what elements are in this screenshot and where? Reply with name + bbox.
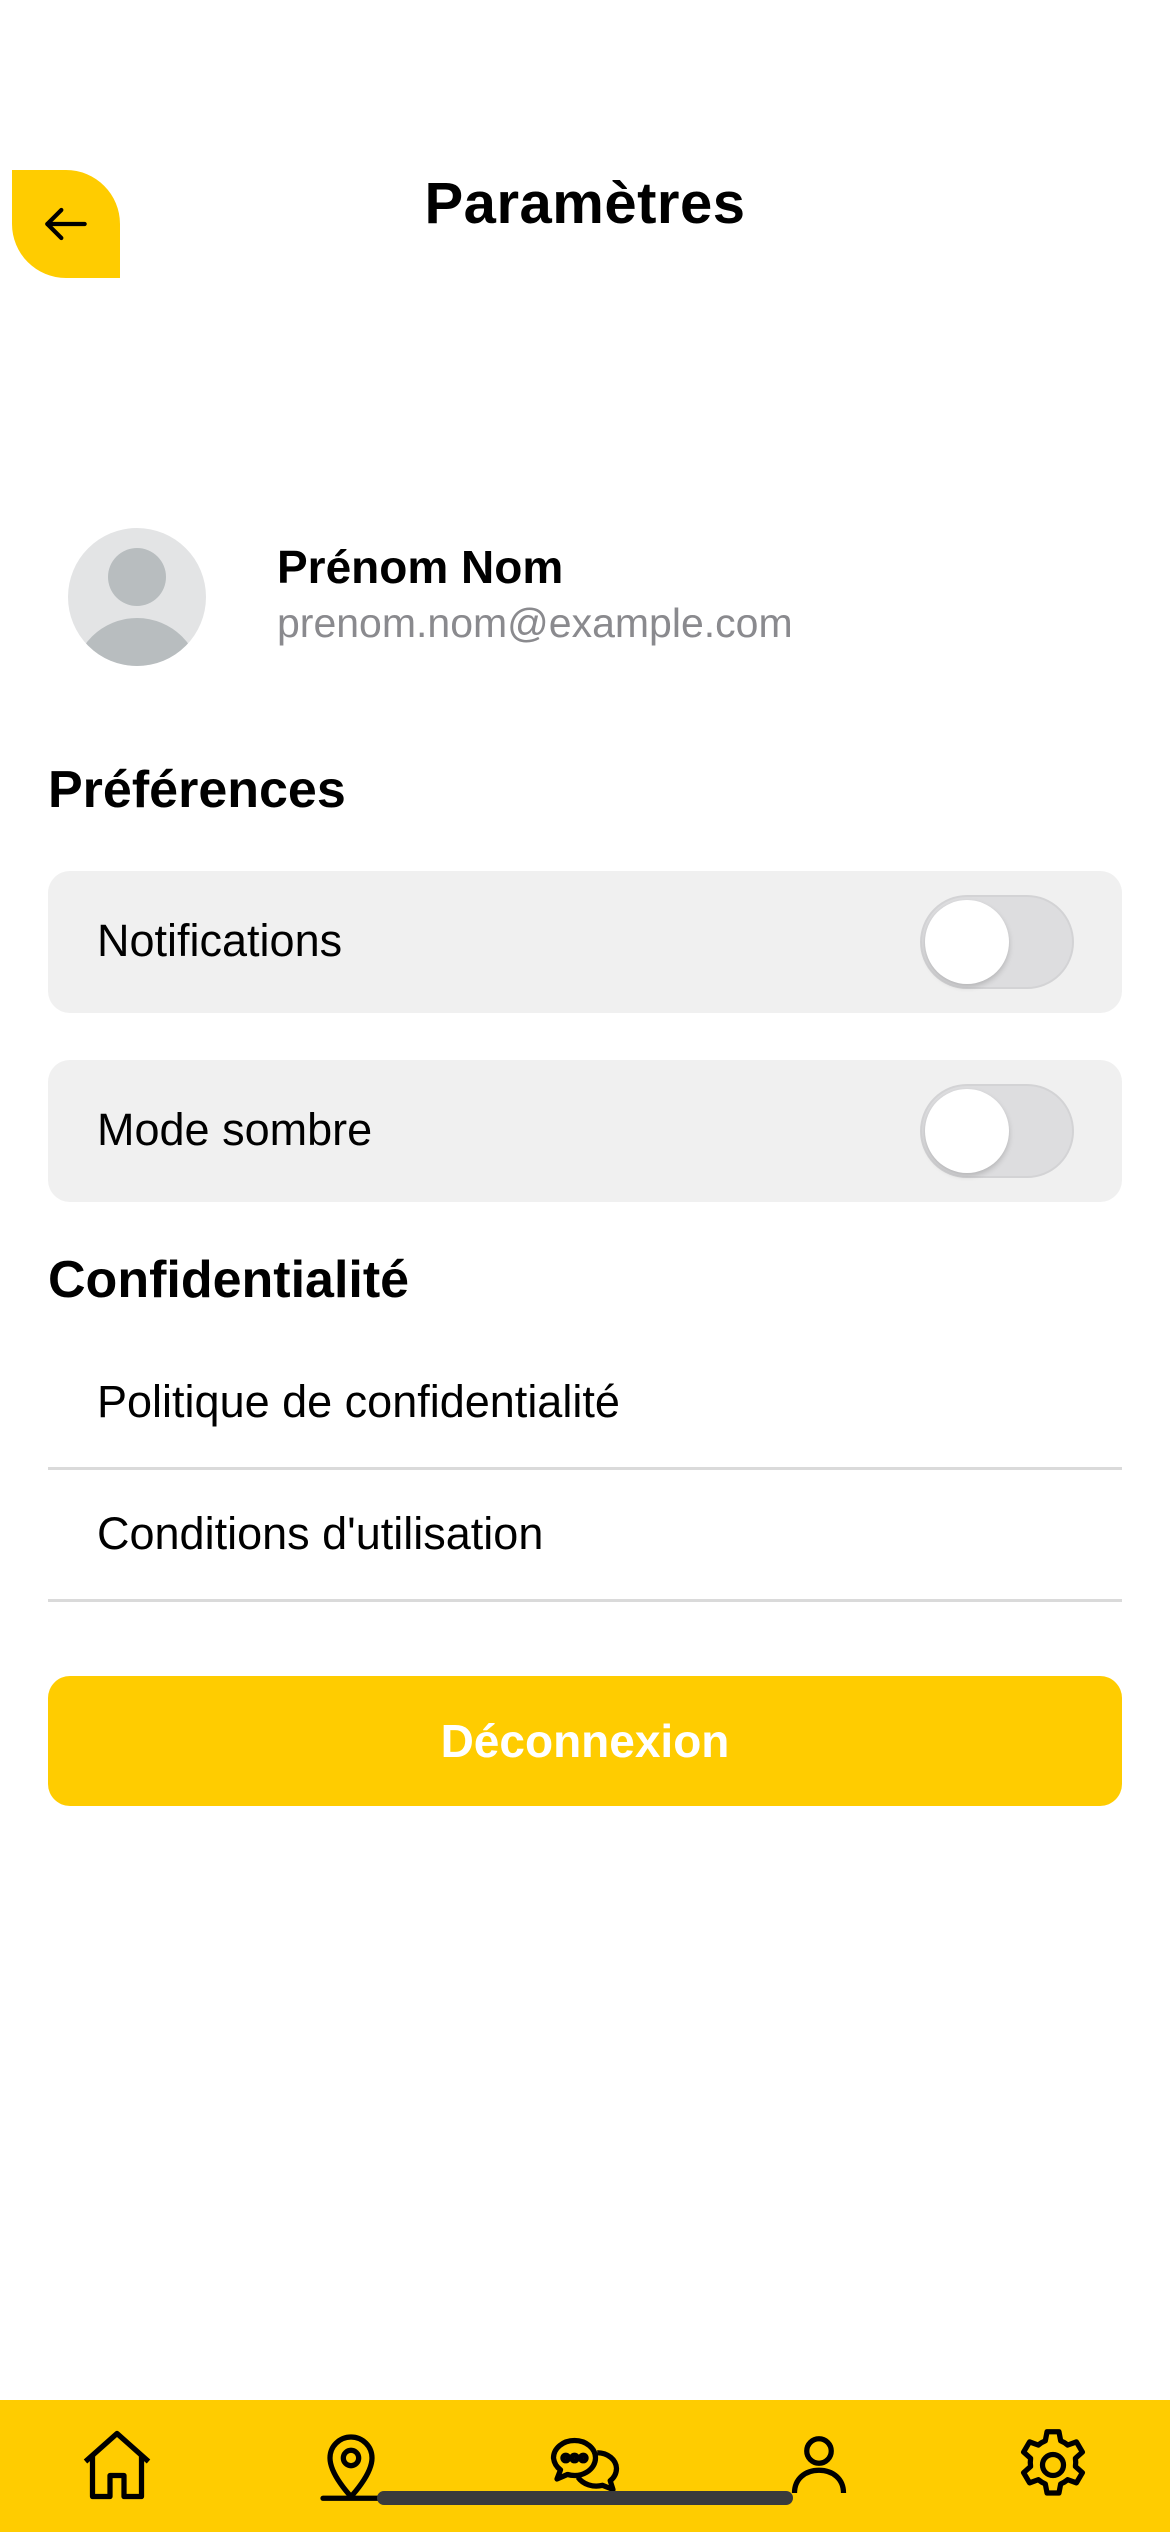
toggle-knob bbox=[925, 900, 1009, 984]
dark-mode-row: Mode sombre bbox=[48, 1060, 1122, 1202]
nav-home[interactable] bbox=[72, 2420, 162, 2510]
terms-of-use-label: Conditions d'utilisation bbox=[97, 1508, 544, 1559]
notifications-row: Notifications bbox=[48, 871, 1122, 1013]
section-title-privacy: Confidentialité bbox=[48, 1251, 410, 1309]
notifications-toggle[interactable] bbox=[920, 895, 1074, 989]
nav-settings[interactable] bbox=[1008, 2420, 1098, 2510]
notifications-label: Notifications bbox=[97, 915, 343, 966]
profile-name: Prénom Nom bbox=[277, 541, 564, 593]
dark-mode-toggle[interactable] bbox=[920, 1084, 1074, 1178]
logout-button[interactable]: Déconnexion bbox=[48, 1676, 1122, 1806]
page-title: Paramètres bbox=[424, 171, 746, 236]
avatar bbox=[68, 528, 206, 666]
privacy-policy-link[interactable]: Politique de confidentialité bbox=[48, 1338, 1122, 1470]
settings-screen: Paramètres Prénom Nom prenom.nom@example… bbox=[0, 0, 1170, 2532]
home-icon bbox=[83, 2430, 151, 2500]
profile-email: prenom.nom@example.com bbox=[277, 600, 793, 646]
privacy-policy-label: Politique de confidentialité bbox=[97, 1376, 620, 1427]
terms-of-use-link[interactable]: Conditions d'utilisation bbox=[48, 1470, 1122, 1602]
section-title-preferences: Préférences bbox=[48, 761, 346, 819]
home-indicator bbox=[377, 2491, 793, 2505]
toggle-knob bbox=[925, 1089, 1009, 1173]
gear-icon bbox=[1020, 2429, 1086, 2496]
user-placeholder-icon bbox=[108, 548, 166, 606]
dark-mode-label: Mode sombre bbox=[97, 1104, 373, 1155]
bottom-nav bbox=[0, 2400, 1170, 2532]
